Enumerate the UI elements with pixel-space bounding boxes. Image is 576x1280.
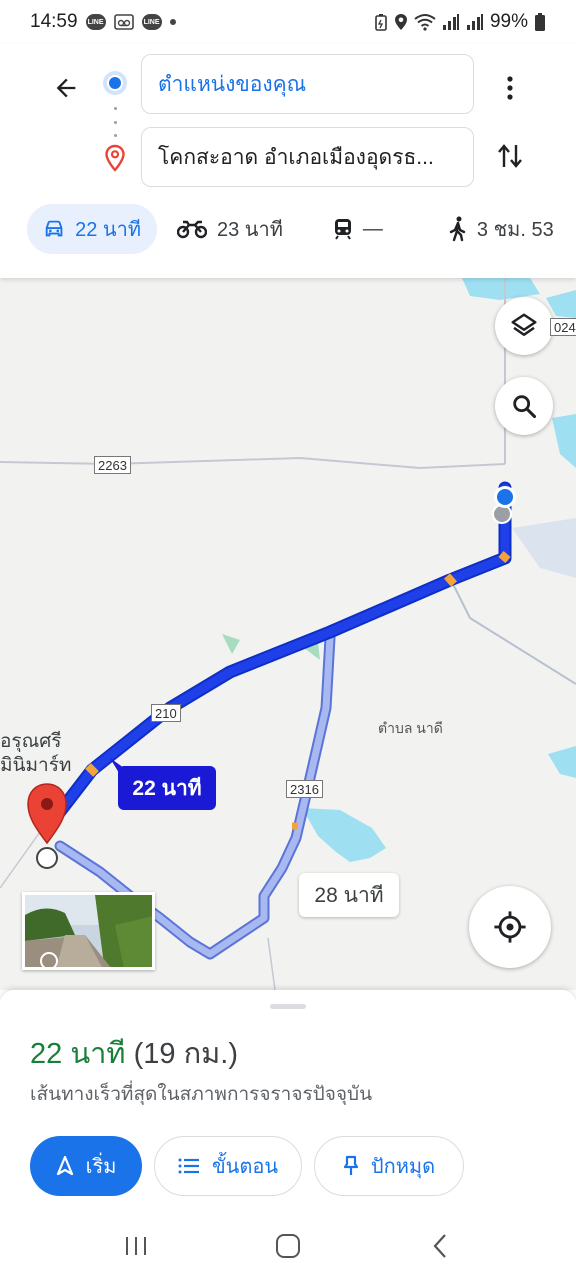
water-area	[302, 808, 386, 862]
battery-percent: 99%	[489, 11, 528, 32]
layers-icon	[511, 313, 537, 336]
car-icon	[45, 220, 63, 237]
crosshair-icon	[494, 911, 526, 943]
layers-button[interactable]	[495, 297, 553, 355]
route-actions: เริ่ม ขั้นตอน ปักหมุด	[30, 1136, 464, 1196]
street-view-thumbnail[interactable]	[22, 892, 155, 970]
start-button[interactable]: เริ่ม	[30, 1136, 142, 1196]
route-main-label[interactable]: 22 นาที	[118, 766, 216, 810]
status-bar: 14:59 LINE LINE 99%	[0, 0, 576, 44]
battery-saver-icon	[374, 13, 388, 31]
start-label: เริ่ม	[85, 1156, 117, 1178]
back-nav-button[interactable]	[410, 1226, 470, 1266]
road-shield-210: 210	[151, 704, 181, 722]
mode-car[interactable]: 22 นาที	[27, 204, 157, 254]
signal-icon	[442, 13, 460, 31]
mode-walk-label: 3 ชม. 53	[476, 219, 554, 241]
wifi-icon	[414, 13, 436, 31]
map-view[interactable]: 2263 210 2316 024 ตำบล นาดี อรุณศรี มินิ…	[0, 278, 576, 990]
list-icon	[178, 1158, 199, 1174]
route-time: 22 นาที	[30, 1038, 126, 1070]
map-canvas	[0, 278, 576, 990]
mode-transit[interactable]: —	[317, 204, 399, 254]
park-area	[222, 634, 240, 654]
route-description: เส้นทางเร็วที่สุดในสภาพการจราจรปัจจุบัน	[30, 1084, 373, 1105]
system-navigation-bar	[0, 1212, 576, 1280]
back-button[interactable]	[44, 66, 88, 110]
sheet-drag-handle[interactable]	[270, 1004, 306, 1009]
status-time: 14:59	[30, 11, 78, 32]
pushpin-icon	[343, 1155, 359, 1175]
destination-marker	[27, 783, 67, 845]
poi-label: อรุณศรี มินิมาร์ท	[0, 731, 72, 776]
navigation-arrow-icon	[56, 1156, 73, 1176]
recent-apps-icon	[126, 1237, 146, 1255]
mode-motorcycle-label: 23 นาที	[217, 219, 283, 241]
search-icon	[513, 395, 537, 419]
voicemail-icon	[113, 14, 134, 30]
mode-walk[interactable]: 3 ชม. 53	[433, 204, 570, 254]
road-shield-2316: 2316	[286, 780, 323, 798]
motorcycle-icon	[177, 220, 207, 239]
walk-icon	[449, 216, 466, 242]
swap-button[interactable]	[490, 134, 530, 178]
my-location-button[interactable]	[469, 886, 551, 968]
mode-motorcycle[interactable]: 23 นาที	[161, 204, 299, 254]
line-notification-icon: LINE	[141, 14, 162, 30]
route-duration: 22 นาที (19 กม.)	[30, 1030, 238, 1076]
travel-modes: 22 นาที 23 นาที — 3 ชม. 53	[27, 204, 570, 254]
home-icon	[276, 1234, 300, 1258]
mode-transit-label: —	[362, 217, 383, 240]
arrow-back-icon	[56, 78, 76, 98]
street-view-image	[25, 895, 152, 967]
route-distance: (19 กม.)	[133, 1038, 238, 1070]
water-area	[548, 746, 576, 778]
line-notification-icon: LINE	[85, 14, 106, 30]
more-notifications-icon	[169, 19, 176, 25]
urban-area	[512, 518, 576, 578]
steps-label: ขั้นตอน	[211, 1156, 278, 1178]
battery-icon	[534, 12, 546, 32]
destination-input[interactable]: โคกสะอาด อำเภอเมืองอุดรธ...	[141, 127, 474, 187]
chevron-left-icon	[433, 1234, 446, 1258]
recent-apps-button[interactable]	[106, 1226, 166, 1266]
location-icon	[394, 13, 408, 31]
swap-vert-icon	[498, 144, 522, 168]
route-alt-label[interactable]: 28 นาที	[299, 873, 399, 917]
pin-button[interactable]: ปักหมุด	[314, 1136, 464, 1196]
home-button[interactable]	[258, 1226, 318, 1266]
directions-header: ตำแหน่งของคุณ โคกสะอาด อำเภอเมืองอุดรธ..…	[0, 44, 576, 278]
more-options-button[interactable]	[494, 66, 526, 110]
water-area	[552, 414, 576, 468]
destination-pin-icon	[105, 144, 125, 172]
origin-dot-icon	[103, 71, 127, 95]
road-shield-2263: 2263	[94, 456, 131, 474]
place-label: ตำบล นาดี	[378, 720, 443, 736]
road-shield-024: 024	[550, 318, 576, 336]
more-vert-icon	[507, 76, 513, 100]
steps-button[interactable]: ขั้นตอน	[154, 1136, 302, 1196]
pin-label: ปักหมุด	[370, 1156, 436, 1178]
transit-icon	[334, 219, 351, 240]
route-connector	[113, 107, 117, 137]
signal-icon	[466, 13, 484, 31]
search-along-route-button[interactable]	[495, 377, 553, 435]
origin-input[interactable]: ตำแหน่งของคุณ	[141, 54, 474, 114]
mode-car-label: 22 นาที	[75, 219, 141, 241]
